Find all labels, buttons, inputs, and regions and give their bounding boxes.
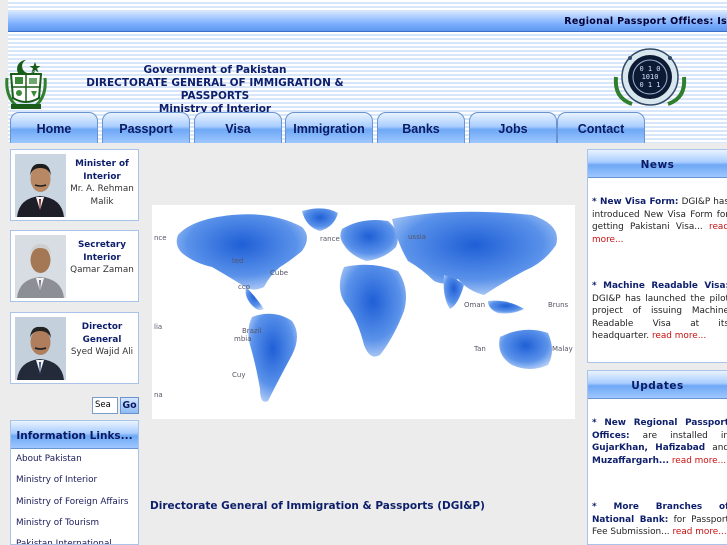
- tab-jobs[interactable]: Jobs: [469, 112, 557, 143]
- update-item: * New Regional Passport Offices: are ins…: [592, 417, 727, 467]
- map-label: Bruns: [548, 301, 569, 309]
- svg-text:0 1 1: 0 1 1: [639, 81, 660, 89]
- pakistan-emblem-icon: [5, 58, 47, 113]
- tab-immigration[interactable]: Immigration: [285, 112, 373, 143]
- map-label: lia: [154, 323, 162, 331]
- updates-panel: Updates * New Regional Passport Offices:…: [587, 370, 727, 545]
- secretary-photo: [15, 235, 66, 298]
- map-label: nce: [154, 234, 167, 242]
- news-panel: News * New Visa Form: DGI&P has introduc…: [587, 149, 727, 363]
- dgip-logo-icon: 0 1 0 1010 0 1 1: [608, 46, 692, 111]
- world-map-image: nce rance ussia ted Cube cco Oman Bruns …: [152, 205, 575, 419]
- map-label: ted: [232, 257, 244, 265]
- map-label: na: [154, 391, 163, 399]
- read-more-link[interactable]: read more...: [672, 527, 726, 537]
- site-title: Government of Pakistan DIRECTORATE GENER…: [55, 64, 375, 116]
- map-label: rance: [320, 235, 340, 243]
- directorate-label: DIRECTORATE GENERAL OF IMMIGRATION & PAS…: [86, 77, 344, 102]
- information-links-panel: Information Links... About Pakistan Mini…: [10, 420, 139, 545]
- news-item-title: * New Visa Form:: [592, 197, 679, 207]
- top-bar: Regional Passport Offices: Is: [8, 12, 727, 32]
- official-role: Director General: [81, 322, 123, 345]
- minister-photo: [15, 154, 66, 217]
- search-go-button[interactable]: Go: [120, 397, 139, 414]
- tab-passport[interactable]: Passport: [102, 112, 190, 143]
- update-item-and: and: [712, 443, 727, 453]
- tab-contact[interactable]: Contact: [557, 112, 645, 143]
- map-label: mbia: [234, 335, 252, 343]
- map-label: cco: [238, 283, 250, 291]
- update-item-places: GujarKhan, Hafizabad: [592, 443, 706, 453]
- link-ministry-interior[interactable]: Ministry of Interior: [11, 470, 138, 491]
- tab-visa[interactable]: Visa: [194, 112, 282, 143]
- svg-text:0 1 0: 0 1 0: [639, 65, 660, 73]
- map-label: Malay: [552, 345, 573, 353]
- regional-offices-marquee[interactable]: Regional Passport Offices: Is: [564, 16, 727, 27]
- official-role: Secretary Interior: [77, 240, 127, 263]
- official-name: Qamar Zaman: [70, 265, 134, 275]
- link-about-pakistan[interactable]: About Pakistan: [11, 449, 138, 470]
- svg-text:1010: 1010: [642, 73, 659, 81]
- tab-banks[interactable]: Banks: [377, 112, 465, 143]
- map-label: ussia: [408, 233, 426, 241]
- search-input[interactable]: Sea: [92, 397, 118, 414]
- map-label: Cube: [270, 269, 288, 277]
- map-label: Cuy: [232, 371, 245, 379]
- information-links-title: Information Links...: [11, 421, 138, 449]
- link-ministry-foreign[interactable]: Ministry of Foreign Affairs: [11, 492, 138, 513]
- official-card-secretary[interactable]: Secretary Interior Qamar Zaman: [10, 230, 139, 302]
- update-item: * More Branches of National Bank: for Pa…: [592, 501, 727, 539]
- read-more-link[interactable]: read more...: [652, 331, 706, 341]
- dgip-caption: Directorate General of Immigration & Pas…: [150, 500, 485, 512]
- news-item-title: * Machine Readable Visa:: [592, 281, 727, 291]
- official-role: Minister of Interior: [75, 159, 129, 182]
- link-pakistan-international[interactable]: Pakistan International: [11, 534, 138, 544]
- news-item: * New Visa Form: DGI&P has introduced Ne…: [592, 196, 727, 246]
- read-more-link[interactable]: read more...: [672, 456, 726, 466]
- government-label: Government of Pakistan: [143, 64, 287, 76]
- official-name: Syed Wajid Ali: [70, 347, 134, 357]
- tab-home[interactable]: Home: [10, 112, 98, 143]
- news-title: News: [588, 150, 727, 178]
- news-item: * Machine Readable Visa: DGI&P has launc…: [592, 280, 727, 343]
- map-label: Oman: [464, 301, 485, 309]
- update-item-body: are installed in: [642, 430, 727, 441]
- map-label: Brazil: [242, 327, 262, 335]
- official-card-director[interactable]: Director General Syed Wajid Ali: [10, 312, 139, 384]
- link-ministry-tourism[interactable]: Ministry of Tourism: [11, 513, 138, 534]
- official-card-minister[interactable]: Minister of Interior Mr. A. Rehman Malik: [10, 149, 139, 221]
- official-name: Mr. A. Rehman Malik: [70, 184, 134, 207]
- map-label: Tan: [473, 345, 486, 353]
- main-navigation: Home Passport Visa Immigration Banks Job…: [8, 112, 727, 143]
- updates-title: Updates: [588, 371, 727, 399]
- director-photo: [15, 317, 66, 380]
- update-item-place-last: Muzaffargarh...: [592, 455, 670, 466]
